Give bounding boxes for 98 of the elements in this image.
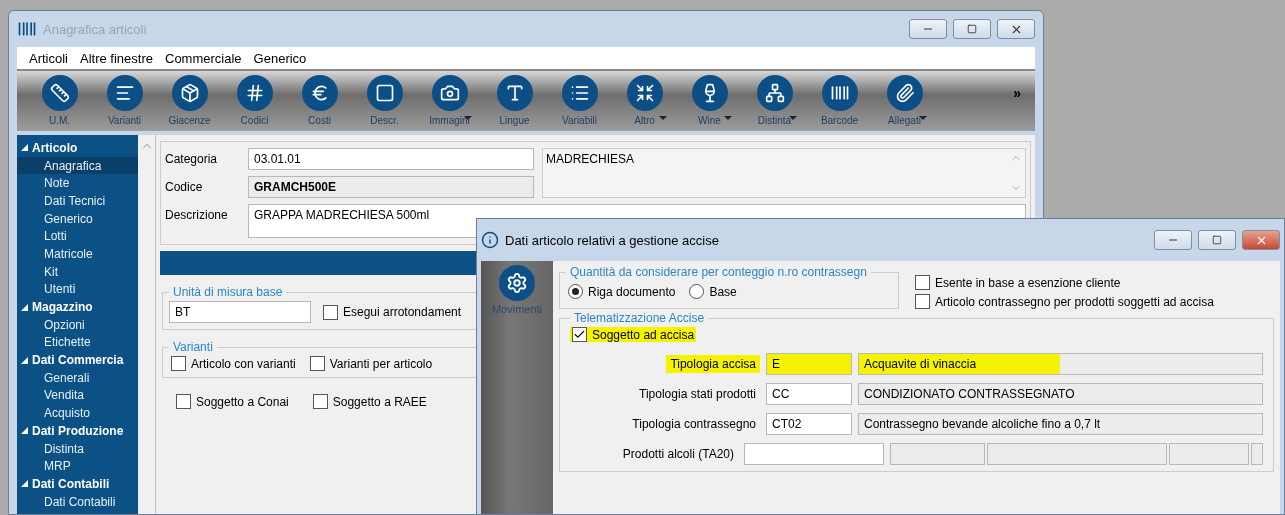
code-field[interactable]: CT02	[766, 413, 852, 435]
flag-checkbox[interactable]: Articolo contrassegno per prodotti soggetti ad accisa	[913, 294, 1216, 309]
checkbox	[915, 275, 930, 290]
tree-item[interactable]: Note	[17, 174, 138, 193]
toolbar-button[interactable]: Altro	[612, 75, 677, 126]
hierarchy-icon	[764, 83, 785, 103]
option-checkbox[interactable]: Soggetto a RAEE	[310, 394, 429, 409]
barcode-icon	[829, 83, 850, 103]
window-title: Anagrafica articoli	[43, 21, 148, 37]
ruler-icon	[49, 83, 70, 103]
tree-item[interactable]: Opzioni	[17, 315, 138, 334]
radio-button	[568, 284, 583, 299]
radio-button	[689, 284, 705, 299]
checkbox	[312, 394, 328, 409]
toolbar-button[interactable]: Allegati	[872, 75, 937, 126]
description-field: Contrassegno bevande alcoliche fino a 0,7 lt	[858, 413, 1263, 435]
tree-item[interactable]: Generico	[17, 209, 138, 228]
group-title: Varianti	[172, 340, 214, 354]
field-label: Prodotti alcoli (TA20)	[621, 446, 735, 463]
unit-field[interactable]: BT	[169, 301, 311, 323]
field-label: Categoria	[165, 151, 219, 168]
menu-item[interactable]: Generico	[253, 50, 307, 66]
description-field: CONDIZIONATO CONTRASSEGNATO	[858, 383, 1263, 405]
group-title: Telematizzazione Accise	[573, 311, 706, 325]
code-field[interactable]: CC	[766, 383, 852, 405]
tree-item[interactable]: Matricole	[17, 245, 138, 263]
shrink-icon	[634, 83, 655, 103]
tree-item[interactable]: Acquisto	[17, 404, 138, 422]
more-button[interactable]: »	[1013, 85, 1021, 101]
readonly-field	[1251, 443, 1263, 465]
field-label: Tipologia stati prodotti	[638, 386, 757, 403]
close-button[interactable]	[997, 19, 1035, 39]
expander-icon[interactable]	[21, 480, 28, 488]
tree-group[interactable]: Dati Produzione	[17, 422, 138, 440]
code-field[interactable]: E	[766, 353, 852, 375]
checkbox	[171, 356, 186, 371]
group-title: Quantità da considerare per conteggio n.ro contrassegn	[569, 265, 868, 279]
toolbar-button[interactable]: Varianti	[92, 75, 157, 126]
tree-item[interactable]: Vendita	[17, 386, 138, 405]
maximize-button[interactable]	[1198, 230, 1236, 250]
checkbox	[323, 304, 338, 320]
tree-item[interactable]: Generali	[17, 368, 138, 387]
bars-icon	[114, 83, 135, 103]
category-field[interactable]: 03.01.01	[248, 148, 534, 170]
group-title: Unità di misura base	[172, 285, 284, 299]
tree-group[interactable]: Dati Commercia	[17, 351, 138, 369]
minimize-button[interactable]	[909, 19, 947, 39]
expander-icon[interactable]	[21, 427, 28, 435]
gear-icon	[506, 272, 528, 294]
list-icon	[569, 83, 590, 103]
maximize-button[interactable]	[953, 19, 991, 39]
code-field[interactable]: GRAMCH500E	[248, 176, 534, 198]
info-icon	[481, 231, 499, 249]
toolbar-button[interactable]: Distinta	[742, 75, 807, 126]
rounding-checkbox[interactable]: Esegui arrotondament	[321, 304, 464, 320]
tree-item[interactable]: Dati Tecnici	[17, 192, 138, 210]
alcohol-field[interactable]	[744, 443, 884, 465]
tree-item[interactable]: Distinta	[17, 439, 138, 458]
paperclip-icon	[894, 83, 915, 103]
close-button[interactable]	[1242, 230, 1280, 250]
menu-item[interactable]: Altre finestre	[80, 50, 153, 66]
variant-checkbox[interactable]: Articolo con varianti	[169, 356, 298, 371]
tree-item[interactable]: Utenti	[17, 280, 138, 299]
camera-icon	[439, 83, 460, 103]
tree-group[interactable]: Magazzino	[17, 298, 138, 316]
square-icon	[374, 83, 395, 103]
menu-item[interactable]: Articoli	[29, 50, 68, 66]
dialog-title: Dati articolo relativi a gestione accise	[505, 232, 720, 248]
tree-item[interactable]: Kit	[17, 262, 138, 281]
checkbox	[915, 294, 930, 309]
checkbox	[572, 327, 587, 342]
field-label: Descrizione	[165, 207, 229, 224]
option-checkbox[interactable]: Soggetto a Conai	[174, 394, 291, 409]
toolbar-button[interactable]: U.M.	[27, 75, 92, 126]
field-label: Codice	[165, 179, 204, 196]
checkbox	[309, 356, 325, 371]
excise-checkbox[interactable]: Soggetto ad accisa	[570, 327, 697, 342]
app-icon	[17, 19, 37, 39]
radio-option[interactable]: Riga documento	[566, 284, 678, 299]
checkbox	[176, 394, 191, 409]
description-field: Acquavite di vinaccia	[858, 353, 1263, 375]
tree-group[interactable]: Dati Contabili	[17, 475, 138, 493]
expander-icon[interactable]	[21, 356, 28, 364]
maximize-icon	[967, 24, 977, 34]
expander-icon[interactable]	[21, 303, 28, 311]
field-label: Tipologia accisa	[666, 355, 760, 373]
flag-checkbox[interactable]: Esente in base a esenzione cliente	[913, 275, 1216, 290]
field-label: Tipologia contrassegno	[631, 416, 757, 433]
tree-item[interactable]: Lotti	[17, 227, 138, 246]
tree-item[interactable]: Etichette	[17, 333, 138, 352]
variant-checkbox[interactable]: Varianti per articolo	[307, 356, 435, 371]
tree-item[interactable]: MRP	[17, 457, 138, 476]
radio-option[interactable]: Base	[687, 284, 739, 299]
tree-item[interactable]: Dati Contabili	[17, 492, 138, 511]
maximize-icon	[1212, 235, 1222, 245]
menu-item[interactable]: Commerciale	[165, 50, 242, 66]
minimize-button[interactable]	[1154, 230, 1192, 250]
tree-item[interactable]: Anagrafica	[17, 156, 138, 175]
